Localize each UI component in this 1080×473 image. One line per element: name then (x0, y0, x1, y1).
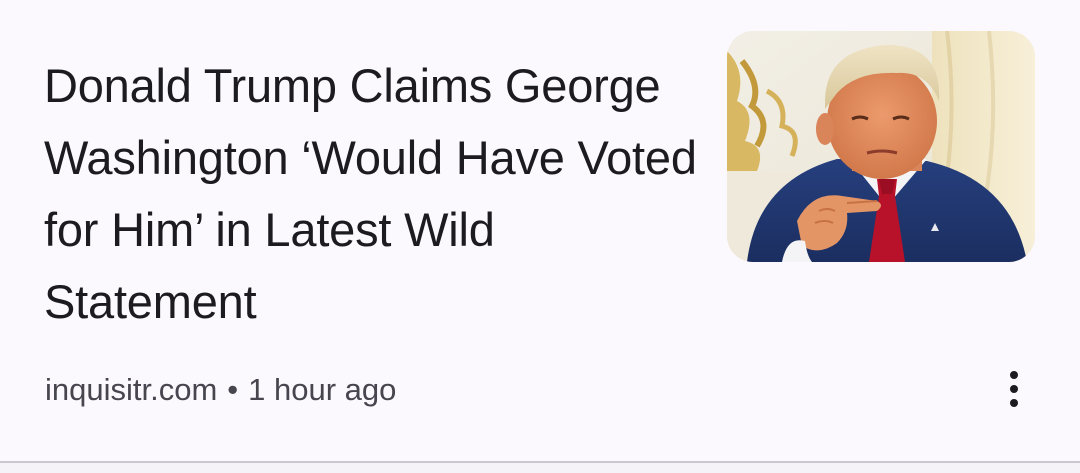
article-timestamp: 1 hour ago (248, 372, 397, 407)
article-headline[interactable]: Donald Trump Claims George Washington ‘W… (44, 50, 714, 338)
meta-separator: • (227, 372, 239, 407)
next-card-area (0, 463, 1080, 473)
article-meta: inquisitr.com • 1 hour ago (45, 370, 396, 410)
article-thumbnail[interactable] (727, 31, 1035, 262)
more-options-button[interactable] (994, 365, 1034, 413)
article-source: inquisitr.com (45, 372, 218, 407)
more-vertical-icon (1010, 371, 1018, 379)
news-article-card[interactable]: Donald Trump Claims George Washington ‘W… (0, 0, 1080, 462)
